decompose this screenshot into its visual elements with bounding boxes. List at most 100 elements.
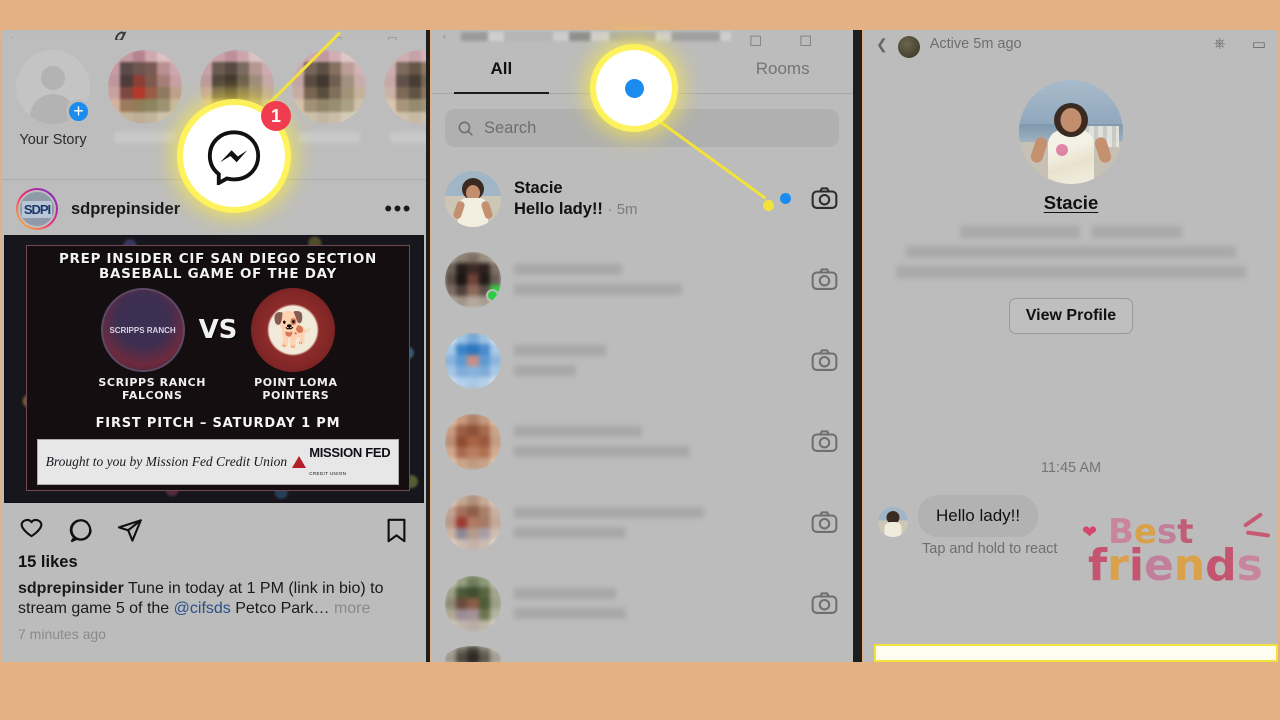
conversation-name-blurred — [514, 345, 606, 356]
react-hint-text: Tap and hold to react — [922, 541, 1058, 557]
view-profile-button[interactable]: View Profile — [1008, 298, 1134, 334]
flyer-sponsor-bar: Brought to you by Mission Fed Credit Uni… — [37, 439, 399, 485]
messenger-icon-callout[interactable]: 1 — [183, 101, 291, 207]
conversation-avatar-blurred[interactable] — [445, 413, 501, 470]
add-story-plus-icon[interactable]: + — [66, 99, 91, 124]
story-item[interactable] — [290, 50, 368, 143]
tab-all[interactable]: All — [431, 44, 572, 94]
search-placeholder: Search — [484, 118, 537, 137]
story-avatar-blurred — [108, 50, 182, 124]
story-label: Your Story — [19, 132, 87, 148]
caption-text-2: Petco Park… — [230, 600, 334, 617]
panel1-status-strip: · 𝑔 ▭ ▭ — [2, 30, 426, 45]
conversation-row[interactable] — [431, 239, 853, 320]
messenger-icon — [205, 127, 263, 187]
camera-icon[interactable] — [810, 265, 839, 294]
profile-meta-blurred — [864, 226, 1278, 278]
flyer-team-left-line2: FALCONS — [121, 389, 183, 402]
save-bookmark-icon[interactable] — [383, 517, 410, 544]
camera-icon[interactable] — [810, 508, 839, 537]
conversation-avatar-blurred[interactable] — [445, 332, 501, 389]
profile-meta-row — [896, 266, 1246, 278]
camera-icon[interactable] — [810, 589, 839, 618]
mission-fed-logo: MISSION FED CREDIT UNION — [292, 444, 391, 480]
unread-dot-callout[interactable] — [596, 50, 672, 126]
crest-scripps-ranch: SCRIPPS RANCH — [100, 288, 185, 372]
story-label-blurred — [298, 132, 360, 143]
pointer-dog-icon: 🐕 — [272, 311, 315, 349]
back-chevron-icon[interactable]: ❮ — [876, 36, 888, 53]
flyer-team-left-line1: SCRIPPS RANCH — [98, 376, 207, 389]
post-avatar-ring[interactable]: SDPI — [16, 188, 58, 230]
conversation-avatar-blurred[interactable] — [445, 251, 501, 308]
conversation-row[interactable] — [431, 563, 853, 644]
video-call-icon[interactable]: ▭ — [1252, 35, 1266, 53]
comment-bubble-icon[interactable] — [67, 517, 94, 544]
unread-indicator-dot — [780, 193, 791, 204]
profile-name: Stacie — [1043, 192, 1099, 213]
conversation-name: Stacie — [514, 178, 563, 197]
share-paperplane-icon[interactable] — [116, 517, 143, 544]
sponsored-post-header: GAP gap ••• Sponsored — [2, 660, 426, 662]
camera-icon[interactable] — [810, 184, 839, 213]
post-avatar-logo: SDPI — [21, 200, 53, 218]
profile-avatar[interactable] — [1019, 80, 1123, 184]
voice-call-icon[interactable]: ⎈ — [1214, 35, 1226, 53]
conversation-text: Stacie Hello lady!! · 5m — [514, 179, 767, 219]
post-media[interactable]: PREP INSIDER CIF SAN DIEGO SECTION BASEB… — [4, 235, 424, 503]
flyer-title-line2: BASEBALL GAME OF THE DAY — [99, 266, 337, 282]
post-likes-count[interactable]: 15 likes — [18, 553, 78, 572]
caption-more-link[interactable]: more — [334, 600, 370, 617]
inbox-title-blurred — [461, 32, 731, 41]
conversation-row-stacie[interactable]: Stacie Hello lady!! · 5m — [431, 158, 853, 239]
caption-username[interactable]: sdprepinsider — [18, 580, 124, 597]
conversation-avatar[interactable] — [445, 170, 501, 227]
back-chevron-icon[interactable]: ‹ — [443, 31, 446, 41]
message-bubble[interactable]: Hello lady!! — [918, 495, 1039, 537]
tab-rooms[interactable]: Rooms — [712, 44, 853, 93]
conversation-text-blurred — [514, 426, 797, 457]
conversation-time: · 5m — [607, 200, 638, 218]
mission-fed-name: MISSION FED — [309, 445, 391, 460]
story-your-story[interactable]: + Your Story — [14, 50, 92, 148]
crest-left-label: SCRIPPS RANCH — [109, 325, 176, 335]
profile-meta-row — [906, 246, 1236, 258]
camera-icon[interactable] — [810, 427, 839, 456]
post-timestamp: 7 minutes ago — [18, 626, 106, 642]
post-username[interactable]: sdprepinsider — [71, 200, 180, 219]
messenger-top-strip: ‹ ◻ ◻ — [431, 30, 853, 49]
chat-message-row: Hello lady!! — [878, 495, 1039, 537]
best-friends-sticker: ❤ Best friends — [1082, 508, 1272, 608]
conversation-preview-blurred — [514, 446, 690, 457]
post-more-options-icon[interactable]: ••• — [384, 198, 412, 220]
conversation-avatar-blurred[interactable] — [445, 494, 501, 551]
story-item[interactable] — [382, 50, 426, 143]
conversation-row[interactable] — [431, 401, 853, 482]
conversation-row[interactable] — [431, 644, 853, 662]
conversation-preview: Hello lady!! · 5m — [514, 200, 767, 219]
conversation-avatar-blurred[interactable] — [445, 575, 501, 632]
unread-count-badge: 1 — [261, 101, 291, 131]
chat-header: ❮ Active 5m ago ⎈ ▭ — [864, 30, 1278, 58]
blue-dot-icon — [624, 78, 644, 98]
conversation-preview-blurred — [514, 608, 626, 619]
story-label-blurred — [114, 132, 176, 143]
camera-icon[interactable] — [810, 346, 839, 375]
conversation-preview-blurred — [514, 365, 576, 376]
flyer-team-right: POINT LOMA POINTERS — [254, 376, 337, 402]
conversation-row[interactable] — [431, 320, 853, 401]
caption-mention[interactable]: @cifsds — [174, 600, 231, 617]
conversation-avatar-blurred[interactable] — [445, 646, 501, 662]
conversation-name-blurred — [514, 588, 616, 599]
flyer-matchup: SCRIPPS RANCH VS 🐕 — [37, 288, 399, 372]
conversation-row[interactable] — [431, 482, 853, 563]
screenshot-root: · 𝑔 ▭ ▭ + Your Story SDPI sdprepinsider … — [0, 0, 1280, 720]
flyer-vs-label: VS — [198, 315, 238, 345]
search-icon — [457, 120, 474, 137]
post-action-bar — [2, 508, 426, 552]
story-item[interactable] — [106, 50, 184, 143]
chat-header-avatar[interactable] — [897, 36, 920, 58]
story-avatar-blurred — [384, 50, 426, 124]
like-heart-icon[interactable] — [18, 517, 45, 544]
message-avatar[interactable] — [878, 507, 908, 537]
